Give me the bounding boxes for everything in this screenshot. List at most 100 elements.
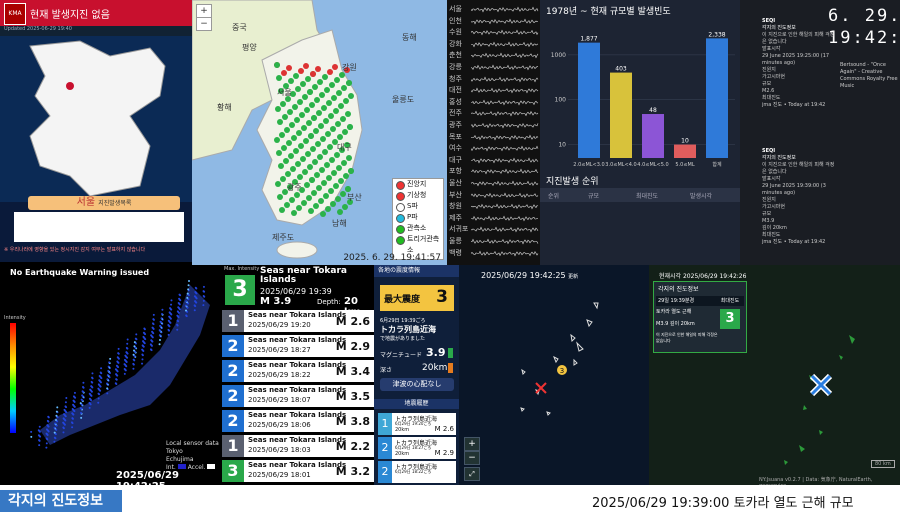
station-dot [348,168,354,174]
sensor-dot [132,362,135,365]
station-name: 강릉 [449,63,462,71]
quake-name: Seas near Tokara Islands [248,461,347,469]
sensor-dot [38,439,41,442]
quake-list-item[interactable]: 2 Seas near Tokara Islands 2025/06/29 18:0… [222,410,374,432]
quake-list-item[interactable]: 1 Seas near Tokara Islands 2025/06/29 19:2… [222,310,374,332]
waveform-row: 청주 [447,74,540,85]
station-dot [302,94,308,100]
station-dot [314,172,320,178]
sensor-dot [194,291,197,293]
intensity-badge: 1 [222,310,244,332]
station-dot [334,77,340,83]
waveform-row: 춘천 [447,50,540,61]
station-dot [303,138,309,144]
tokara-map-panel[interactable]: 2025/06/29 19:42:25 更新 3 + − ⤢ [459,265,649,485]
waveform-trace [471,157,539,164]
info-desc: で地震がありました [380,336,426,342]
sensor-dot [98,379,101,382]
waveform-row: 대전 [447,85,540,96]
station-dot [292,104,298,110]
station-dot [293,73,299,79]
bar-value-label: 1,877 [580,36,597,43]
waveform-trace [471,87,539,94]
sensor-dot [91,372,94,375]
station-dot [277,194,283,200]
sensor-dot [185,300,188,303]
legend-item: 진앙지 [393,179,443,190]
y-tick-label: 1000 [551,52,566,59]
quake-list-item[interactable]: 2 Seas near Tokara Islands 2025/06/29 18:0… [222,385,374,407]
map-zoom-in[interactable]: + [464,437,480,451]
map-timestamp-jp: 2025/06/29 19:42:25 更新 [481,271,579,280]
sensor-dot [125,346,128,349]
place-label: 대구 [337,143,352,152]
sensor-dot [158,343,161,346]
history-mag: M 2.9 [434,449,454,457]
station-dot [281,70,287,76]
sensor-dot [123,358,126,361]
bottom-ticker: 각지의 진도정보 2025/06/29 19:39:00 토카라 열도 근해 규… [0,485,900,512]
quake-name: Seas near Tokara Islands [248,336,347,344]
info-mag: 3.9 [426,346,446,359]
quake-list-item[interactable]: 2 Seas near Tokara Islands 2025/06/29 18:2… [222,335,374,357]
epicenter-cross-icon [809,373,833,397]
clock: 6. 29.19:42:2 [828,6,900,48]
waveform-row: 서귀포 [447,224,540,235]
latest-quake-card[interactable]: Max. Intensity 3 Seas near Tokara Island… [222,265,374,318]
bar [642,114,664,158]
station-dot [287,109,293,115]
sensor-dot [108,361,111,364]
sensor-dot [186,296,189,299]
tokara-map: 3 [520,302,599,416]
history-item[interactable]: 2 トカラ列島近海 6月29日 18:22ごろ [378,461,456,483]
col-rank: 순위 [548,193,560,200]
station-dot [314,97,320,103]
station-name: 인천 [449,16,462,25]
station-dot [308,208,314,214]
station-name: 서울 [449,5,462,13]
sensor-dot [177,302,180,304]
quake-mag: M 3.2 [335,465,370,478]
zoom-in-button[interactable]: + [196,4,212,18]
sensor-dot [106,378,109,381]
map-zoom-out[interactable]: − [464,451,480,465]
quake-list-item[interactable]: 2 Seas near Tokara Islands 2025/06/29 18:2… [222,360,374,382]
intensity-badge: 2 [222,360,244,382]
history-item[interactable]: 1 トカラ列島近海 6月29日 19:20ごろ 20km M 2.6 [378,413,456,435]
sensor-dot [46,419,49,422]
place-label: 중국 [232,23,247,32]
ranking-title: 지진발생 순위 [546,177,599,187]
waveform-trace [471,111,539,117]
zoom-out-button[interactable]: − [196,17,212,31]
sensor-dot [46,424,49,427]
waveform-trace [471,99,539,106]
station-dot [325,131,331,137]
station-dot [275,106,281,112]
jma-info-panel: 各地の震度情報 最大震度 3 6月29日 19:39ごろ トカラ列島近海 で地震… [374,265,459,485]
station-dot [329,157,335,163]
station-dot [296,205,302,211]
station-dot [334,152,340,158]
station-dot [294,117,300,123]
korea-station-map-panel[interactable]: 중국 평양 강원 서울 울릉도 대구 광주 부산 남해 제주도 황해 동해 + − 진앙지 기상청 S파 P… [192,0,447,265]
sensor-dot [71,417,74,420]
sensor-dot [91,376,94,379]
station-dot [278,163,284,169]
quake-list-item[interactable]: 1 Seas near Tokara Islands 2025/06/29 18:0… [222,435,374,457]
history-item[interactable]: 2 トカラ列島近海 6月29日 18:27ごろ 20km M 2.9 [378,437,456,459]
no-quake-title: 현재 발생지진 없음 [30,10,110,21]
quake-date: 2025/06/29 18:03 [248,446,311,454]
sensor-dot [45,428,48,431]
station-dot [298,143,304,149]
sensor-dot [38,425,41,428]
sensor-dot [202,299,205,302]
quake-list-item[interactable]: 3 Seas near Tokara Islands 2025/06/29 18:0… [222,460,374,482]
waveform-row: 포항 [447,166,540,177]
quake-name: Seas near Tokara Islands [248,311,347,319]
fullscreen-icon[interactable]: ⤢ [464,467,480,481]
station-dot [336,90,342,96]
station-dot [343,173,349,179]
sensor-dot [149,343,152,346]
place-label: 황해 [217,102,232,112]
quake-mag: M 2.2 [335,440,370,453]
